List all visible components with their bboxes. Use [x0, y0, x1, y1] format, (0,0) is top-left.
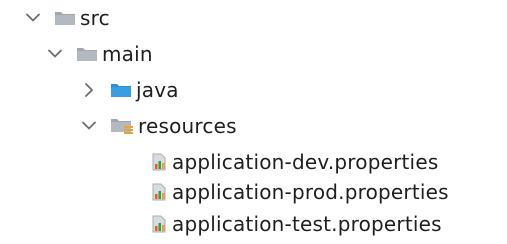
- tree-node-resources[interactable]: resources: [80, 108, 237, 144]
- source-folder-icon: [110, 82, 132, 98]
- chevron-down-icon[interactable]: [80, 117, 98, 135]
- project-tree: src main java resources application-dev.…: [0, 0, 507, 244]
- tree-node-label: application-test.properties: [172, 212, 442, 236]
- folder-icon: [76, 46, 98, 62]
- tree-node-java[interactable]: java: [80, 72, 179, 108]
- folder-icon: [54, 10, 76, 26]
- chevron-down-icon[interactable]: [46, 45, 64, 63]
- chevron-down-icon[interactable]: [24, 9, 42, 27]
- tree-node-src[interactable]: src: [24, 0, 110, 36]
- tree-node-main[interactable]: main: [46, 36, 153, 72]
- tree-node-label: application-prod.properties: [172, 180, 449, 204]
- chevron-right-icon[interactable]: [80, 81, 98, 99]
- tree-node-label: java: [136, 78, 179, 102]
- tree-node-file[interactable]: application-prod.properties: [150, 174, 449, 210]
- properties-file-icon: [150, 152, 170, 172]
- tree-node-label: application-dev.properties: [172, 150, 439, 174]
- tree-node-file[interactable]: application-test.properties: [150, 206, 442, 242]
- properties-file-icon: [150, 182, 170, 202]
- tree-node-label: src: [80, 6, 110, 30]
- resources-folder-icon: [110, 117, 134, 135]
- properties-file-icon: [150, 214, 170, 234]
- tree-node-label: main: [102, 42, 153, 66]
- tree-node-label: resources: [138, 114, 237, 138]
